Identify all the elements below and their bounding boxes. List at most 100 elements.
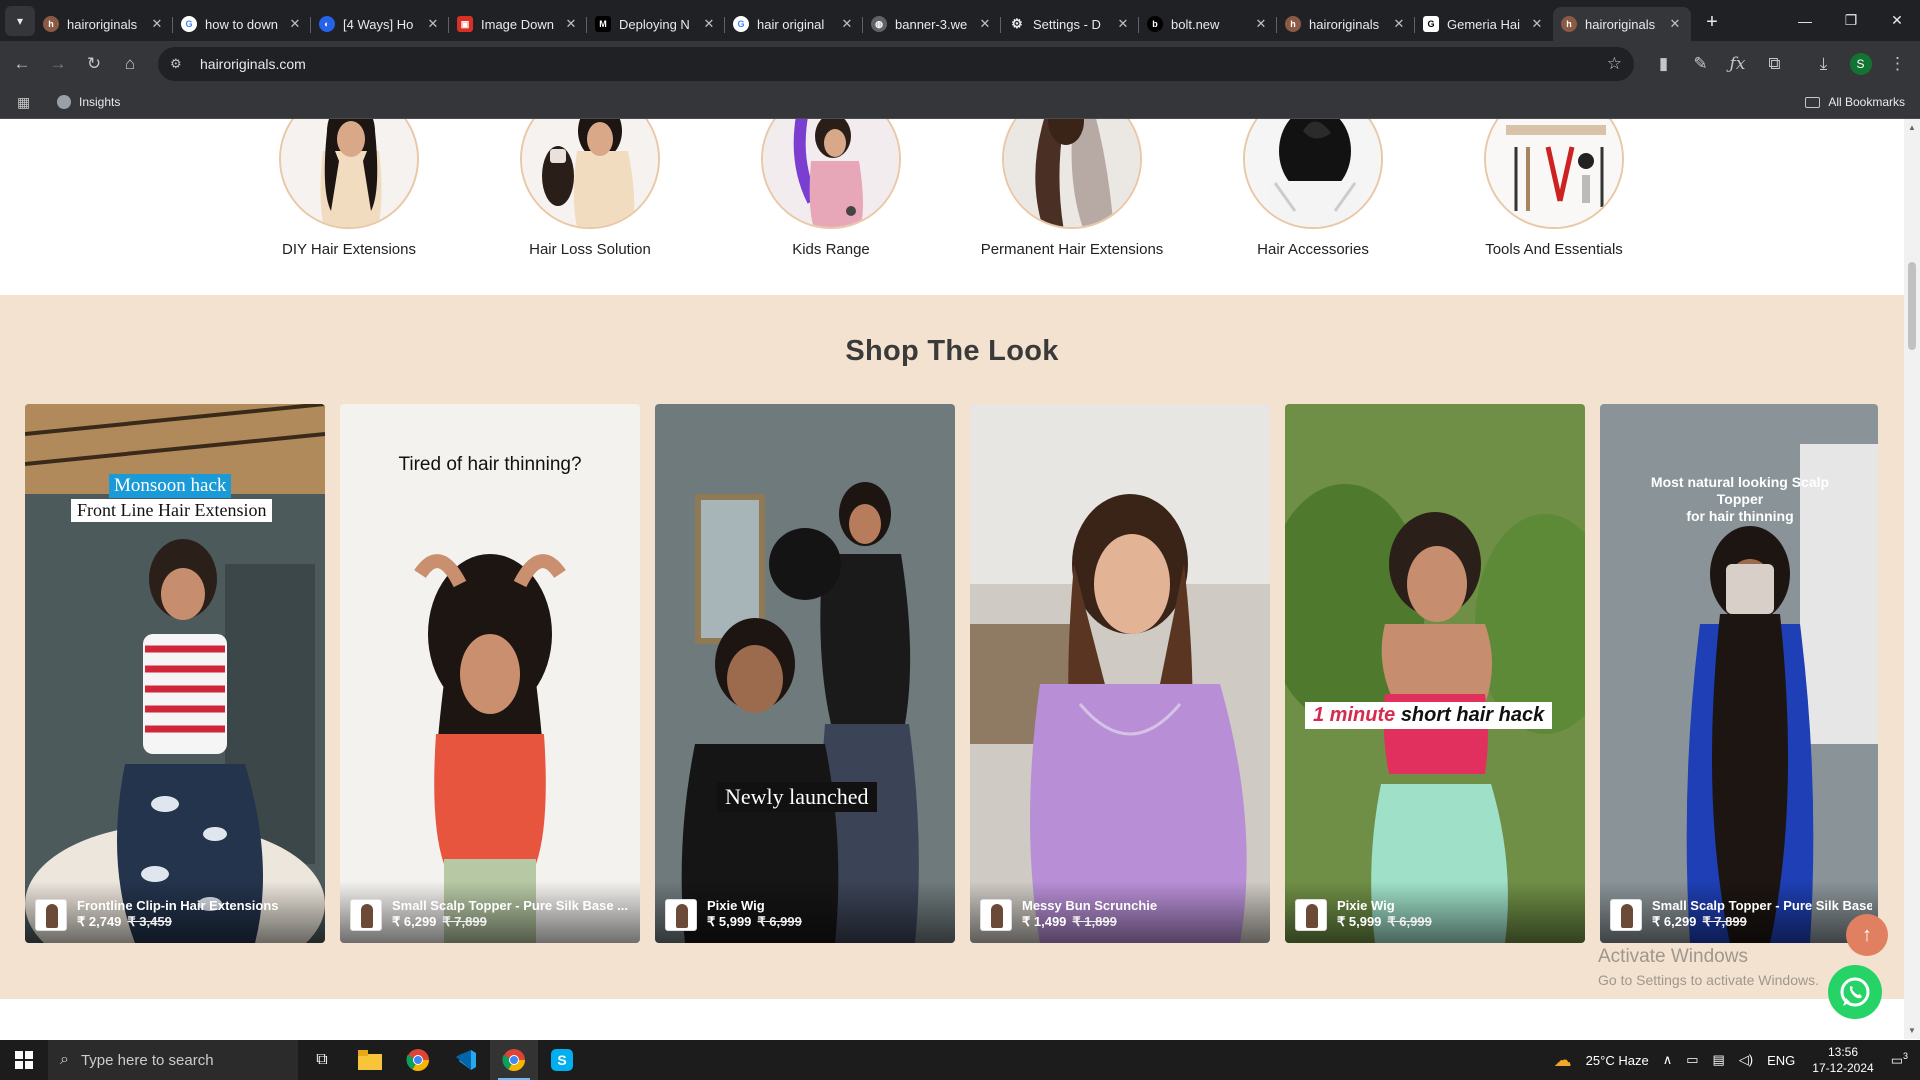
category-kids-range[interactable]: Kids Range — [711, 119, 951, 258]
tab-4[interactable]: ▣ Image Down ✕ — [449, 7, 587, 41]
original-price: ₹ 1,899 — [1072, 914, 1117, 929]
battery-icon[interactable]: ▭ — [1686, 1052, 1698, 1068]
tab-7[interactable]: ◍ banner-3.we ✕ — [863, 7, 1001, 41]
skype-icon[interactable]: S — [538, 1040, 586, 1080]
window-controls: — ❐ ✕ — [1782, 0, 1920, 41]
scroll-down-arrow-icon[interactable]: ▼ — [1908, 1026, 1916, 1035]
look-card-2[interactable]: Tired of hair thinning? Small Scalp Topp… — [340, 404, 640, 943]
start-button[interactable] — [0, 1040, 48, 1080]
edge-blue-icon: ◐ — [319, 16, 335, 32]
look-card-1[interactable]: Monsoon hack Front Line Hair Extension F… — [25, 404, 325, 943]
minimize-icon[interactable]: — — [1782, 13, 1828, 29]
tab-3[interactable]: ◐ [4 Ways] Ho ✕ — [311, 7, 449, 41]
gemeria-icon: G — [1423, 16, 1439, 32]
tab-2[interactable]: G how to down ✕ — [173, 7, 311, 41]
tab-search-button[interactable]: ▾ — [5, 5, 35, 36]
watermark-subtitle: Go to Settings to activate Windows. — [1598, 972, 1819, 988]
extensions-puzzle-icon[interactable]: ⧉ — [1756, 46, 1793, 82]
extension-icon[interactable]: ▮ — [1645, 46, 1682, 82]
bookmark-insights[interactable]: Insights — [57, 95, 120, 109]
chrome-profile-icon[interactable] — [490, 1040, 538, 1080]
gear-icon: ⚙ — [1011, 16, 1023, 31]
close-icon[interactable]: ✕ — [425, 16, 441, 32]
reload-icon[interactable]: ↻ — [76, 46, 112, 82]
look-video-3 — [655, 404, 955, 943]
back-icon[interactable]: ← — [4, 46, 40, 82]
tab-8[interactable]: ⚙ Settings - D ✕ — [1001, 7, 1139, 41]
close-icon[interactable]: ✕ — [287, 16, 303, 32]
category-permanent-hair-extensions[interactable]: Permanent Hair Extensions — [952, 119, 1192, 258]
notification-icon[interactable]: ▭3 — [1891, 1051, 1908, 1068]
close-icon[interactable]: ✕ — [1253, 16, 1269, 32]
look-card-4[interactable]: Messy Bun Scrunchie ₹ 1,499 ₹ 1,899 — [970, 404, 1270, 943]
taskbar-search[interactable]: ⌕ Type here to search — [48, 1040, 298, 1080]
chevron-up-icon[interactable]: ∧ — [1663, 1052, 1673, 1068]
tab-10[interactable]: h hairoriginals ✕ — [1277, 7, 1415, 41]
close-icon[interactable]: ✕ — [1529, 16, 1545, 32]
tab-12-active[interactable]: h hairoriginals ✕ — [1553, 7, 1691, 41]
task-view-icon[interactable]: ⧉ — [298, 1040, 346, 1080]
scroll-to-top-button[interactable]: ↑ — [1846, 914, 1888, 956]
close-icon[interactable]: ✕ — [1391, 16, 1407, 32]
close-window-icon[interactable]: ✕ — [1874, 12, 1920, 29]
close-icon[interactable]: ✕ — [149, 16, 165, 32]
category-hair-loss-solution[interactable]: Hair Loss Solution — [470, 119, 710, 258]
category-tools-and-essentials[interactable]: Tools And Essentials — [1434, 119, 1674, 258]
pen-extension-icon[interactable]: ✎ — [1682, 46, 1719, 82]
network-icon[interactable]: ▤ — [1713, 1052, 1725, 1068]
google-icon: G — [181, 16, 197, 32]
system-tray: ☁ 25°C Haze ∧ ▭ ▤ ◁) ENG 13:56 17-12-202… — [1547, 1040, 1920, 1080]
language-indicator[interactable]: ENG — [1767, 1053, 1795, 1068]
close-icon[interactable]: ✕ — [1667, 16, 1683, 32]
apps-grid-icon[interactable]: ▦ — [17, 94, 35, 111]
category-image — [520, 119, 660, 229]
home-icon[interactable]: ⌂ — [112, 46, 148, 82]
overlay-text-box: Most natural looking Scalp Topper for ha… — [1630, 474, 1850, 525]
overlay-text: short hair hack — [1400, 704, 1545, 726]
vscode-icon[interactable] — [442, 1040, 490, 1080]
product-name: Small Scalp Topper - Pure Silk Base ... — [1652, 898, 1872, 913]
look-card-3[interactable]: Newly launched Pixie Wig ₹ 5,999 ₹ 6,999 — [655, 404, 955, 943]
profile-initial: S — [1849, 52, 1872, 75]
close-icon[interactable]: ✕ — [563, 16, 579, 32]
look-card-5[interactable]: 1 minute short hair hack Pixie Wig ₹ 5,9… — [1285, 404, 1585, 943]
whatsapp-chat-button[interactable] — [1828, 965, 1882, 1019]
tab-title: Gemeria Hai — [1447, 16, 1520, 32]
scrollbar-thumb[interactable] — [1908, 262, 1916, 350]
look-card-6[interactable]: Most natural looking Scalp Topper for ha… — [1600, 404, 1878, 943]
site-info-icon[interactable]: ⚙ — [170, 56, 186, 72]
page-scrollbar[interactable]: ▲ ▼ — [1904, 119, 1920, 1039]
close-icon[interactable]: ✕ — [701, 16, 717, 32]
forward-icon[interactable]: → — [40, 46, 76, 82]
close-icon[interactable]: ✕ — [977, 16, 993, 32]
bookmark-star-icon[interactable]: ☆ — [1607, 54, 1622, 74]
category-image — [1243, 119, 1383, 229]
url-text[interactable]: hairoriginals.com — [200, 56, 306, 72]
tab-9[interactable]: b bolt.new ✕ — [1139, 7, 1277, 41]
tab-5[interactable]: M Deploying N ✕ — [587, 7, 725, 41]
address-bar[interactable]: ⚙ hairoriginals.com ☆ — [158, 47, 1634, 81]
product-thumbnail — [1295, 899, 1327, 931]
close-icon[interactable]: ✕ — [839, 16, 855, 32]
category-hair-accessories[interactable]: Hair Accessories — [1193, 119, 1433, 258]
hairoriginals-icon: h — [43, 16, 59, 32]
weather-text[interactable]: 25°C Haze — [1586, 1053, 1649, 1068]
file-explorer-icon[interactable] — [346, 1040, 394, 1080]
chrome-icon[interactable] — [394, 1040, 442, 1080]
product-price: ₹ 6,299 ₹ 7,899 — [392, 914, 487, 930]
fx-extension-icon[interactable]: ƒx — [1719, 46, 1756, 82]
new-tab-button[interactable]: + — [1697, 11, 1727, 34]
clock[interactable]: 13:56 17-12-2024 — [1812, 1044, 1873, 1076]
menu-kebab-icon[interactable]: ⋮ — [1879, 46, 1916, 82]
scroll-up-arrow-icon[interactable]: ▲ — [1908, 123, 1916, 132]
tab-11[interactable]: G Gemeria Hai ✕ — [1415, 7, 1553, 41]
volume-icon[interactable]: ◁) — [1739, 1052, 1753, 1068]
restore-icon[interactable]: ❐ — [1828, 12, 1874, 29]
download-icon[interactable]: ⤓ — [1805, 46, 1842, 82]
category-diy-hair-extensions[interactable]: DIY Hair Extensions — [229, 119, 469, 258]
close-icon[interactable]: ✕ — [1115, 16, 1131, 32]
tab-6[interactable]: G hair original ✕ — [725, 7, 863, 41]
tab-1[interactable]: h hairoriginals ✕ — [35, 7, 173, 41]
profile-avatar[interactable]: S — [1842, 46, 1879, 82]
all-bookmarks[interactable]: All Bookmarks — [1805, 95, 1905, 109]
